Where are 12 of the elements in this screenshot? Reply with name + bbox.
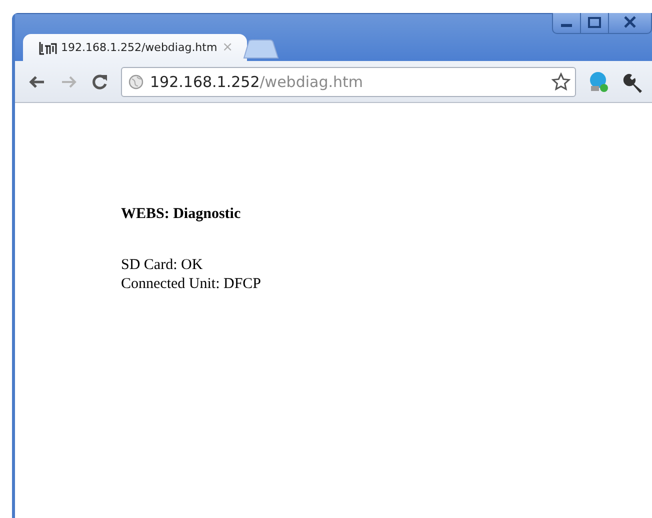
browser-tab[interactable]: 192.168.1.252/webdiag.htm ×: [23, 34, 247, 61]
back-icon[interactable]: [27, 74, 47, 90]
url-text: 192.168.1.252/webdiag.htm: [150, 72, 364, 90]
new-tab-button[interactable]: [243, 39, 279, 59]
star-icon[interactable]: [551, 72, 571, 92]
address-bar[interactable]: 192.168.1.252/webdiag.htm: [121, 66, 576, 96]
page-heading: WEBS: Diagnostic: [121, 206, 242, 223]
status-line: SD Card: OK: [121, 256, 204, 275]
reload-icon[interactable]: [91, 72, 109, 90]
tab-title: 192.168.1.252/webdiag.htm: [61, 41, 218, 54]
globe-icon: [128, 74, 144, 90]
status-line: Connected Unit: DFCP: [121, 275, 262, 294]
